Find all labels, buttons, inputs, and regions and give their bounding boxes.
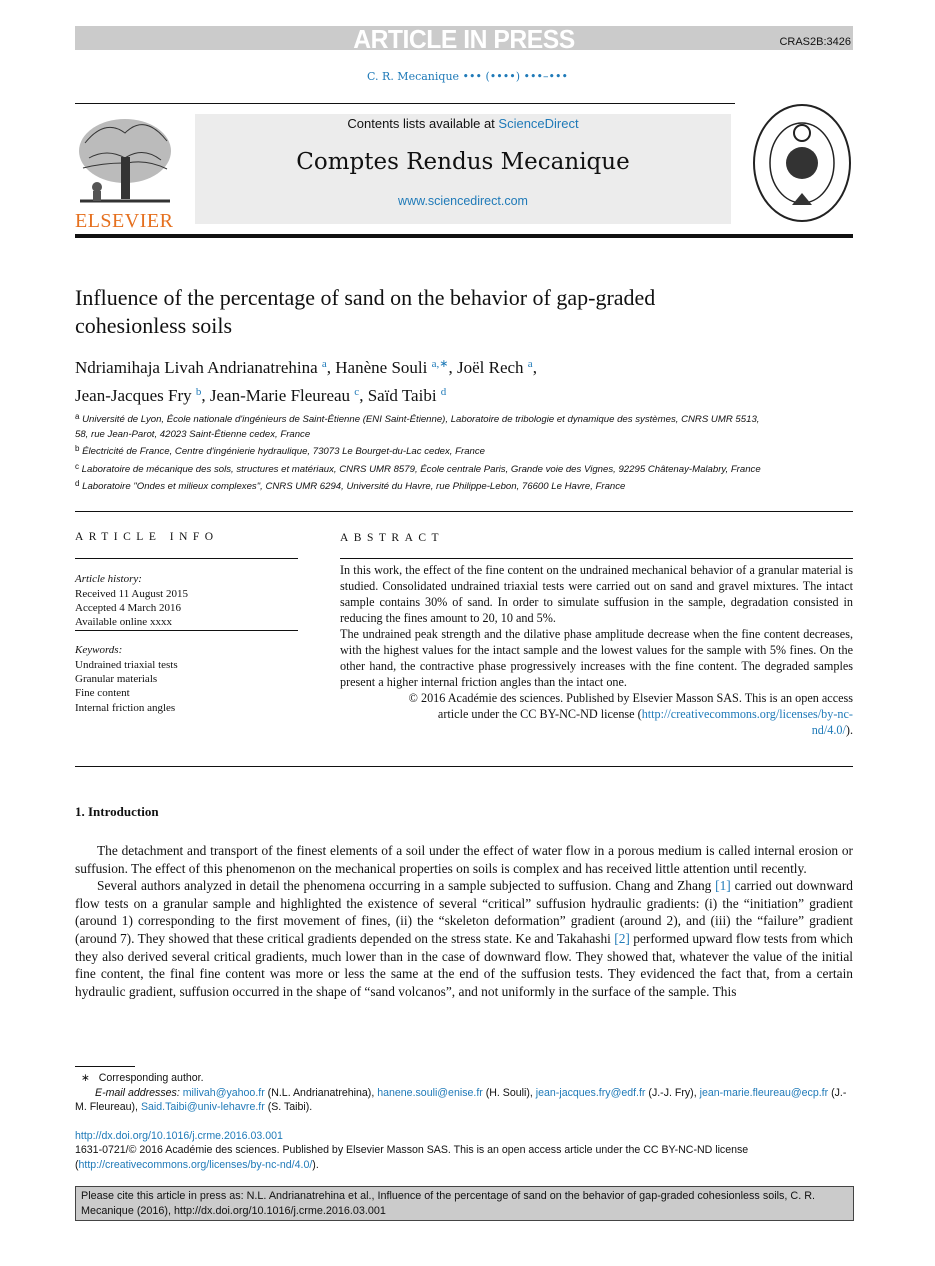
copyright: © 2016 Académie des sciences. Published …: [408, 691, 853, 737]
divider: [75, 766, 853, 767]
footnote-rule: [75, 1066, 135, 1067]
banner-text: ARTICLE IN PRESS: [353, 24, 575, 54]
email-link[interactable]: Said.Taibi@univ-lehavre.fr: [141, 1101, 265, 1113]
article-history: Article history: Received 11 August 2015…: [75, 573, 188, 629]
article-info-heading: ARTICLE INFO: [75, 531, 219, 543]
author: Saïd Taibi d: [367, 386, 447, 405]
journal-banner: Contents lists available at ScienceDirec…: [195, 114, 731, 224]
contents-line: Contents lists available at ScienceDirec…: [347, 116, 579, 131]
email-link[interactable]: jean-jacques.fry@edf.fr: [536, 1087, 646, 1099]
footnotes: ∗ Corresponding author. E-mail addresses…: [75, 1071, 855, 1172]
divider: [75, 103, 735, 104]
elsevier-logo: ELSEVIER: [75, 113, 175, 232]
tree-icon: [79, 119, 171, 203]
license-link[interactable]: http://creativecommons.org/licenses/by-n…: [642, 707, 853, 737]
abstract: ABSTRACT In this work, the effect of the…: [340, 530, 853, 738]
publisher-name: ELSEVIER: [75, 210, 174, 232]
affiliation: c Laboratoire de mécanique des sols, str…: [75, 461, 761, 475]
corresponding-author-note: ∗ Corresponding author.: [81, 1072, 204, 1084]
author-list: Ndriamihaja Livah Andrianatrehina a, Han…: [75, 352, 537, 408]
author: Joël Rech a,: [456, 358, 537, 377]
affiliations: a Université de Lyon, École nationale d'…: [75, 410, 775, 495]
reference-link[interactable]: [1]: [715, 878, 731, 893]
doi-link[interactable]: http://dx.doi.org/10.1016/j.crme.2016.03…: [75, 1130, 283, 1142]
license-link[interactable]: http://creativecommons.org/licenses/by-n…: [79, 1159, 313, 1171]
journal-url-link[interactable]: www.sciencedirect.com: [398, 194, 528, 208]
seal-icon: [753, 104, 851, 222]
divider: [75, 511, 853, 512]
abstract-paragraph: In this work, the effect of the fine con…: [340, 563, 853, 625]
issn-line: 1631-0721/© 2016 Académie des sciences. …: [75, 1144, 749, 1171]
keywords: Keywords: Undrained triaxial tests Granul…: [75, 644, 178, 714]
article-title: Influence of the percentage of sand on t…: [75, 285, 656, 338]
sciencedirect-link[interactable]: ScienceDirect: [498, 116, 578, 131]
introduction-body: The detachment and transport of the fine…: [75, 842, 853, 1000]
email-link[interactable]: hanene.souli@enise.fr: [377, 1087, 483, 1099]
section-heading: 1. Introduction: [75, 804, 159, 819]
abstract-paragraph: The undrained peak strength and the dila…: [340, 627, 853, 689]
header-thick-rule: [75, 234, 853, 238]
journal-reference: C. R. Mecanique ••• (••••) •••–•••: [367, 70, 568, 83]
affiliation: d Laboratoire "Ondes et milieux complexe…: [75, 479, 626, 493]
article-in-press-banner: ARTICLE IN PRESS CRAS2B:3426: [75, 24, 853, 54]
email-link[interactable]: jean-marie.fleureau@ecp.fr: [700, 1087, 829, 1099]
author: Jean-Marie Fleureau c,: [209, 386, 368, 405]
article-code: CRAS2B:3426: [779, 36, 851, 48]
author: Hanène Souli a,∗,: [335, 358, 457, 377]
journal-title: Comptes Rendus Mecanique: [296, 149, 630, 175]
email-addresses: E-mail addresses: milivah@yahoo.fr (N.L.…: [75, 1086, 847, 1114]
paragraph: Several authors analyzed in detail the p…: [75, 878, 854, 999]
paragraph: The detachment and transport of the fine…: [75, 843, 853, 876]
abstract-heading: ABSTRACT: [340, 532, 445, 544]
email-link[interactable]: milivah@yahoo.fr: [183, 1087, 265, 1099]
article-info: ARTICLE INFO Article history: Received 1…: [75, 530, 298, 715]
affiliation: a Université de Lyon, École nationale d'…: [75, 412, 760, 440]
author: Jean-Jacques Fry b,: [75, 386, 210, 405]
academie-seal-logo: [752, 103, 852, 227]
reference-link[interactable]: [2]: [614, 931, 630, 946]
citation-box: Please cite this article in press as: N.…: [75, 1186, 854, 1221]
affiliation: b Électricité de France, Centre d'ingéni…: [75, 444, 485, 458]
author: Ndriamihaja Livah Andrianatrehina a,: [75, 358, 336, 377]
